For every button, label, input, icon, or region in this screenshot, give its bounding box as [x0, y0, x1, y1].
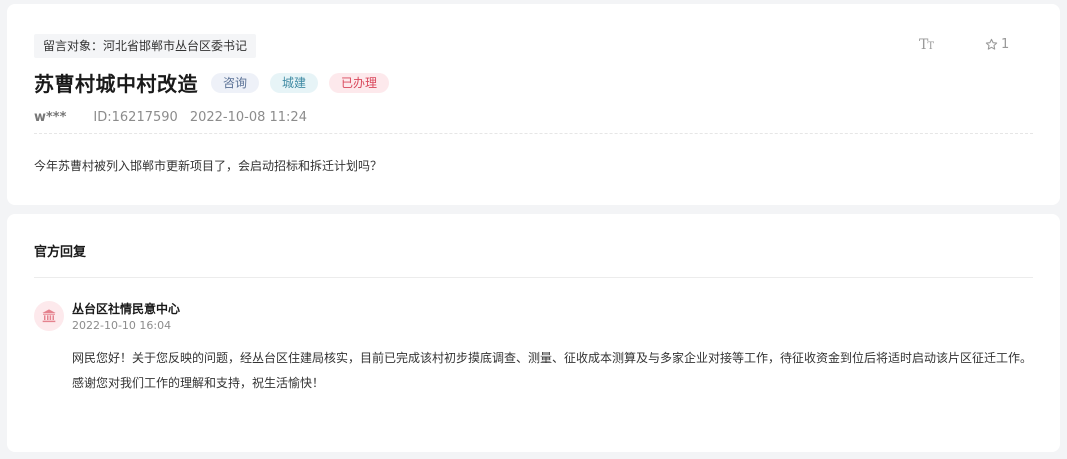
- divider: [34, 277, 1033, 278]
- star-icon: [985, 38, 998, 50]
- title-row: 苏曹村城中村改造 咨询 城建 已办理: [34, 68, 400, 97]
- message-content: 今年苏曹村被列入邯郸市更新项目了，会启动招标和拆迁计划吗？: [34, 159, 383, 173]
- status-badge: 已办理: [329, 72, 390, 93]
- favorite-button[interactable]: 1: [985, 37, 1009, 52]
- official-reply-card: 官方回复 丛台区社情民意中心 2022-10-10 16:04 网民您好！关于您…: [7, 214, 1060, 452]
- divider: [34, 133, 1033, 134]
- reply-text: 网民您好！关于您反映的问题，经丛台区住建局核实，目前已完成该村初步摸底调查、测量…: [72, 351, 1033, 390]
- reply-org-name: 丛台区社情民意中心: [72, 302, 181, 316]
- favorite-count: 1: [1001, 37, 1010, 52]
- font-size-icon[interactable]: TT: [919, 37, 934, 53]
- category-badge: 城建: [270, 72, 319, 93]
- avatar: [34, 301, 64, 331]
- message-title: 苏曹村城中村改造: [34, 72, 198, 96]
- government-building-icon: [42, 309, 56, 323]
- message-card: 留言对象：河北省邯郸市丛台区委书记 TT 1 苏曹村城中村改造 咨询 城建 已办…: [7, 4, 1060, 205]
- message-user: w***: [34, 110, 67, 125]
- reply-datetime: 2022-10-10 16:04: [72, 319, 172, 332]
- message-datetime: 2022-10-08 11:24: [189, 110, 307, 125]
- message-target-tag: 留言对象：河北省邯郸市丛台区委书记: [34, 34, 257, 58]
- message-id: ID:16217590: [93, 110, 178, 125]
- message-meta: w*** ID:16217590 2022-10-08 11:24: [34, 110, 307, 125]
- type-badge: 咨询: [211, 72, 260, 93]
- font-size-icon-small: T: [927, 41, 934, 52]
- reply-section-title: 官方回复: [34, 245, 87, 260]
